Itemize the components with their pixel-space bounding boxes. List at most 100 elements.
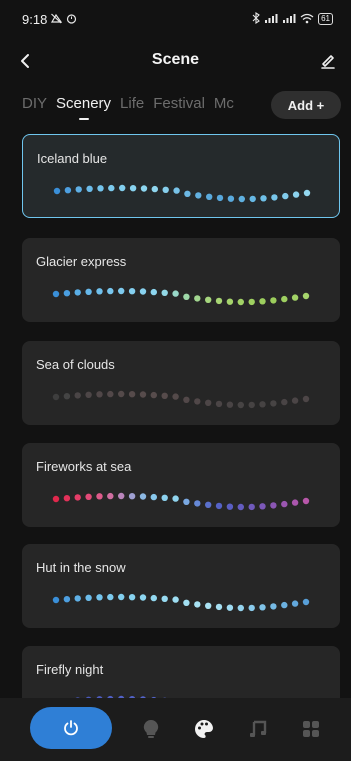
color-dot bbox=[237, 298, 244, 306]
chevron-left-icon bbox=[21, 54, 29, 68]
color-dot bbox=[74, 392, 81, 399]
color-dot bbox=[172, 495, 179, 502]
color-dot bbox=[161, 494, 168, 501]
edit-button[interactable] bbox=[315, 48, 341, 74]
color-dot bbox=[63, 495, 71, 502]
color-dot bbox=[86, 185, 93, 192]
color-dot bbox=[215, 297, 223, 305]
power-button[interactable] bbox=[30, 707, 112, 749]
color-dot bbox=[173, 187, 180, 194]
color-dot bbox=[63, 596, 71, 603]
color-dot bbox=[108, 184, 115, 192]
color-dot bbox=[161, 595, 168, 602]
music-icon bbox=[250, 720, 267, 737]
tab-diy[interactable]: DIY bbox=[22, 86, 47, 122]
scene-card[interactable]: Iceland blue bbox=[22, 134, 340, 218]
color-dot bbox=[216, 194, 224, 202]
color-dot bbox=[52, 393, 60, 401]
color-dot bbox=[64, 187, 72, 194]
tab-scenery[interactable]: Scenery bbox=[56, 86, 111, 122]
power-icon bbox=[64, 720, 78, 736]
color-dot bbox=[139, 493, 147, 500]
color-dot bbox=[107, 390, 114, 398]
wifi-icon bbox=[300, 12, 314, 27]
color-dot bbox=[53, 187, 61, 195]
color-dot bbox=[215, 502, 223, 510]
color-dot bbox=[302, 395, 310, 403]
color-dot bbox=[194, 398, 201, 405]
battery-icon: 61 bbox=[318, 13, 333, 25]
color-dot bbox=[118, 593, 125, 601]
color-dot bbox=[248, 298, 255, 306]
color-dot bbox=[302, 598, 310, 606]
tab-strip[interactable]: DIY Scenery Life Festival Mc bbox=[22, 86, 262, 126]
color-dot bbox=[74, 595, 81, 602]
bluetooth-icon bbox=[252, 11, 260, 27]
add-button[interactable]: Add + bbox=[271, 91, 341, 119]
nav-palette-button[interactable] bbox=[191, 716, 217, 742]
color-dot bbox=[281, 398, 288, 406]
color-dot bbox=[139, 594, 147, 601]
color-dot bbox=[248, 503, 255, 511]
color-dot bbox=[119, 184, 126, 192]
scene-color-preview bbox=[53, 184, 311, 203]
scene-color-preview bbox=[75, 695, 167, 698]
tab-mc[interactable]: Mc bbox=[214, 86, 234, 122]
color-dot bbox=[85, 493, 92, 500]
color-dot bbox=[52, 596, 60, 604]
color-dot bbox=[172, 596, 179, 603]
scene-card[interactable]: Firefly night bbox=[22, 646, 340, 698]
color-dot bbox=[161, 289, 168, 296]
color-dot bbox=[205, 399, 212, 406]
scene-card[interactable]: Fireworks at sea bbox=[22, 443, 340, 527]
color-dot bbox=[271, 194, 278, 201]
color-dot bbox=[282, 192, 289, 200]
back-button[interactable] bbox=[12, 48, 38, 74]
color-dot bbox=[151, 185, 158, 193]
category-tabs: DIY Scenery Life Festival Mc Add + bbox=[0, 86, 351, 126]
color-dot bbox=[85, 594, 92, 601]
scene-card[interactable]: Glacier express bbox=[22, 238, 340, 322]
color-dot bbox=[302, 497, 310, 505]
color-dot bbox=[97, 185, 104, 192]
color-dot bbox=[107, 593, 114, 601]
signal-icon bbox=[264, 12, 278, 27]
color-dot bbox=[129, 185, 137, 192]
color-dot bbox=[183, 396, 190, 403]
color-dot bbox=[195, 192, 202, 199]
color-dot bbox=[281, 295, 288, 303]
page-title: Scene bbox=[151, 51, 200, 68]
color-dot bbox=[205, 602, 212, 609]
color-dot bbox=[215, 400, 223, 408]
color-dot bbox=[248, 604, 255, 612]
color-dot bbox=[63, 393, 71, 400]
color-dot bbox=[281, 601, 288, 609]
alarm-icon bbox=[66, 12, 77, 27]
color-dot bbox=[226, 604, 234, 611]
color-dot bbox=[183, 599, 190, 606]
nav-bulb-button[interactable] bbox=[138, 716, 164, 742]
scene-color-preview bbox=[52, 593, 310, 612]
color-dot bbox=[259, 401, 266, 408]
scene-card[interactable]: Hut in the snow bbox=[22, 544, 340, 628]
color-dot bbox=[291, 294, 299, 301]
status-bar: 9:18 61 bbox=[0, 0, 351, 38]
color-dot bbox=[96, 391, 103, 398]
color-dot bbox=[74, 289, 81, 296]
color-dot bbox=[139, 288, 147, 295]
tab-festival[interactable]: Festival bbox=[153, 86, 205, 122]
color-dot bbox=[194, 601, 201, 608]
tab-life[interactable]: Life bbox=[120, 86, 144, 122]
color-dot bbox=[128, 288, 136, 295]
notification-icon bbox=[51, 12, 63, 27]
color-dot bbox=[205, 501, 212, 508]
nav-more-button[interactable] bbox=[298, 716, 324, 742]
nav-music-button[interactable] bbox=[245, 716, 271, 742]
scene-card[interactable]: Sea of clouds bbox=[22, 341, 340, 425]
color-dot bbox=[161, 392, 168, 399]
color-dot bbox=[291, 397, 299, 404]
color-dot bbox=[292, 191, 300, 198]
color-dot bbox=[118, 390, 125, 398]
scene-color-preview bbox=[52, 287, 310, 306]
scene-list[interactable]: Iceland blue Glacier express Sea of clouds… bbox=[0, 128, 351, 698]
